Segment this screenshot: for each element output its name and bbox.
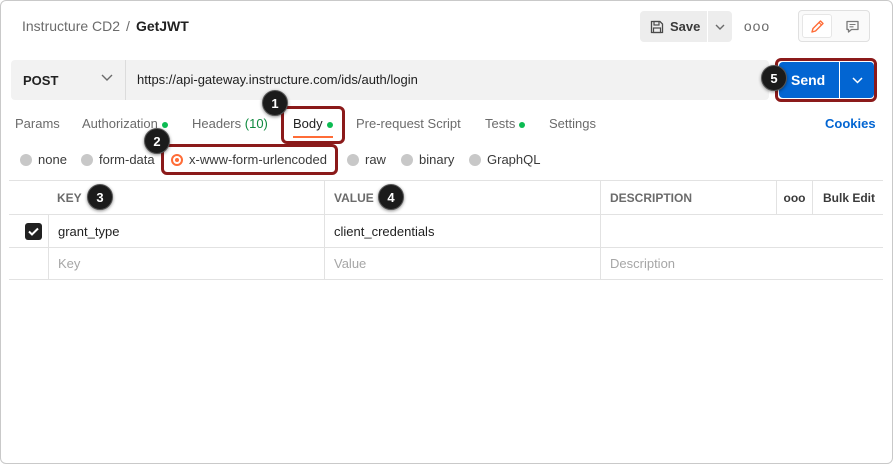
radio-icon <box>20 153 32 166</box>
table-row-new: Key Value Description <box>9 248 883 280</box>
bulk-edit-button[interactable]: Bulk Edit <box>812 181 883 214</box>
value-column-header: VALUE <box>324 181 600 214</box>
body-type-binary-label: binary <box>419 152 455 167</box>
new-key-input[interactable]: Key <box>48 248 324 279</box>
save-button[interactable]: Save <box>640 11 707 42</box>
body-type-raw-label: raw <box>365 152 386 167</box>
body-tab-highlight <box>281 106 345 144</box>
callout-badge-5: 5 <box>761 65 787 91</box>
more-actions-button[interactable]: ooo <box>744 13 770 39</box>
breadcrumb-collection[interactable]: Instructure CD2 <box>22 18 120 34</box>
radio-icon <box>347 153 359 166</box>
radio-icon <box>401 153 413 166</box>
radio-icon <box>469 153 481 166</box>
key-cell[interactable]: grant_type <box>48 215 324 247</box>
body-type-form-data-label: form-data <box>99 152 155 167</box>
body-type-raw[interactable]: raw <box>347 152 386 167</box>
url-input[interactable]: https://api-gateway.instructure.com/ids/… <box>137 72 418 87</box>
body-type-none[interactable]: none <box>20 152 67 167</box>
value-cell[interactable]: client_credentials <box>324 215 600 247</box>
callout-badge-2: 2 <box>144 128 170 154</box>
body-type-form-data[interactable]: form-data <box>81 152 155 167</box>
callout-badge-3: 3 <box>87 184 113 210</box>
breadcrumb-separator: / <box>126 18 130 34</box>
description-cell[interactable] <box>600 215 883 247</box>
more-icon: ooo <box>743 18 771 34</box>
description-column-header: DESCRIPTION <box>600 181 776 214</box>
comments-button[interactable] <box>837 14 867 38</box>
urlencoded-highlight <box>161 144 338 175</box>
body-type-binary[interactable]: binary <box>401 152 454 167</box>
active-indicator-dot <box>519 121 526 128</box>
chevron-down-icon <box>715 24 725 30</box>
tab-authorization-label: Authorization <box>82 116 158 131</box>
table-header-row: KEY VALUE DESCRIPTION ooo Bulk Edit <box>9 181 883 215</box>
method-value: POST <box>23 72 59 88</box>
tab-tests[interactable]: Tests <box>485 116 526 131</box>
params-table: KEY VALUE DESCRIPTION ooo Bulk Edit gran… <box>9 180 883 280</box>
edit-mode-button[interactable] <box>802 14 832 38</box>
breadcrumb-request-name[interactable]: GetJWT <box>136 18 189 34</box>
row-enabled-checkbox[interactable] <box>17 215 48 247</box>
body-type-none-label: none <box>38 152 67 167</box>
headers-count: (10) <box>244 116 268 131</box>
url-bar: POST https://api-gateway.instructure.com… <box>11 60 769 100</box>
callout-badge-1: 1 <box>262 90 288 116</box>
request-header: Instructure CD2 / GetJWT Save ooo <box>1 1 892 51</box>
checkbox-checked <box>25 222 42 240</box>
body-type-graphql-label: GraphQL <box>487 152 541 167</box>
new-description-input[interactable]: Description <box>600 248 883 279</box>
checkmark-icon <box>28 227 39 236</box>
send-button[interactable]: Send <box>779 62 839 98</box>
chevron-down-icon <box>101 74 113 81</box>
save-label: Save <box>670 19 701 34</box>
tab-tests-label: Tests <box>485 116 516 131</box>
tab-headers-label: Headers <box>192 116 242 131</box>
tab-pre-request-script[interactable]: Pre-request Script <box>356 116 461 131</box>
save-icon <box>650 20 664 33</box>
comment-icon <box>845 20 859 33</box>
column-options-button[interactable]: ooo <box>776 181 812 214</box>
tab-params[interactable]: Params <box>15 116 60 131</box>
tab-settings[interactable]: Settings <box>549 116 596 131</box>
cookies-link[interactable]: Cookies <box>825 116 876 131</box>
send-label: Send <box>791 72 826 88</box>
body-type-graphql[interactable]: GraphQL <box>469 152 540 167</box>
more-icon: ooo <box>783 190 806 205</box>
breadcrumb: Instructure CD2 / GetJWT <box>22 18 189 34</box>
save-options-button[interactable] <box>708 11 732 42</box>
table-row: grant_type client_credentials <box>9 215 883 248</box>
new-value-input[interactable]: Value <box>324 248 600 279</box>
radio-icon <box>81 153 93 166</box>
tab-headers[interactable]: Headers (10) <box>192 116 268 131</box>
chevron-down-icon <box>851 76 863 84</box>
callout-badge-4: 4 <box>378 184 404 210</box>
send-options-button[interactable] <box>840 62 874 98</box>
pencil-icon <box>810 19 824 33</box>
method-select[interactable]: POST <box>11 60 126 100</box>
active-indicator-dot <box>161 121 168 128</box>
request-window: Instructure CD2 / GetJWT Save ooo POST htt… <box>0 0 893 464</box>
view-mode-toggle <box>798 10 870 42</box>
